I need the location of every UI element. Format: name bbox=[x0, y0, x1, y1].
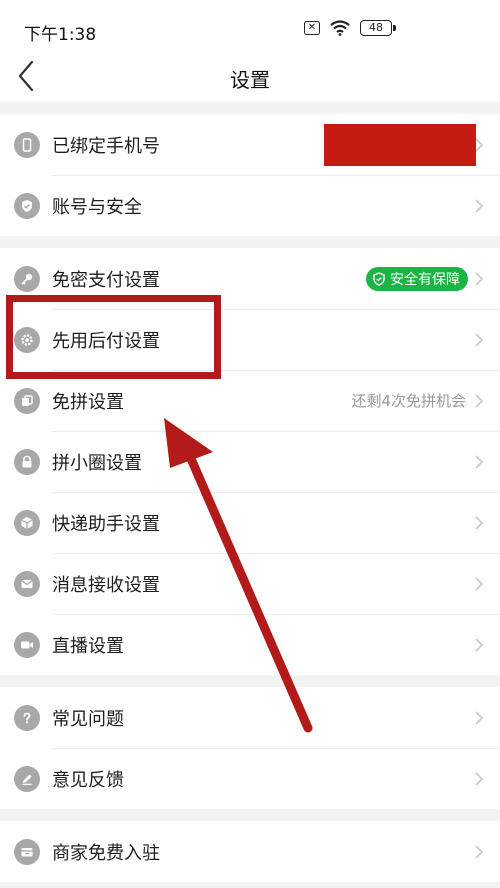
row-label: 账号与安全 bbox=[52, 196, 142, 218]
row-label: 消息接收设置 bbox=[52, 574, 160, 596]
settings-group-help: 常见问题 意见反馈 bbox=[0, 687, 500, 809]
shield-icon bbox=[14, 192, 40, 219]
video-icon bbox=[14, 631, 40, 658]
chevron-right-icon bbox=[475, 271, 484, 286]
row-feedback[interactable]: 意见反馈 bbox=[0, 748, 500, 809]
chevron-right-icon bbox=[475, 332, 484, 347]
row-merchant-join[interactable]: 商家免费入驻 bbox=[0, 821, 500, 882]
security-badge: 安全有保障 bbox=[366, 266, 468, 291]
row-label: 免密支付设置 bbox=[52, 269, 160, 291]
settings-group-merchant: 商家免费入驻 bbox=[0, 821, 500, 882]
store-icon bbox=[14, 838, 40, 865]
phone-icon bbox=[14, 131, 40, 158]
row-label: 免拼设置 bbox=[52, 391, 124, 413]
row-delivery-assistant[interactable]: 快递助手设置 bbox=[0, 492, 500, 553]
nav-bar: 设置 bbox=[0, 56, 500, 102]
row-label: 常见问题 bbox=[52, 708, 124, 730]
chevron-right-icon bbox=[475, 515, 484, 530]
sim-icon: ✕ bbox=[304, 21, 320, 35]
chevron-right-icon bbox=[475, 393, 484, 408]
dice-icon bbox=[14, 387, 40, 414]
status-time: 下午1:38 bbox=[24, 25, 97, 45]
row-circle-settings[interactable]: 拼小圈设置 bbox=[0, 431, 500, 492]
wifi-icon bbox=[330, 20, 350, 36]
question-icon bbox=[14, 704, 40, 731]
pen-icon bbox=[14, 765, 40, 792]
page-title: 设置 bbox=[230, 68, 270, 92]
free-group-remaining: 还剩4次免拼机会 bbox=[351, 392, 466, 410]
status-icons: ✕ 48 bbox=[304, 20, 396, 36]
key-icon bbox=[14, 265, 40, 292]
badge-text: 安全有保障 bbox=[390, 271, 460, 288]
chevron-right-icon bbox=[475, 710, 484, 725]
shield-check-icon bbox=[373, 271, 385, 286]
chevron-right-icon bbox=[475, 771, 484, 786]
row-faq[interactable]: 常见问题 bbox=[0, 687, 500, 748]
chevron-right-icon bbox=[475, 637, 484, 652]
row-label: 快递助手设置 bbox=[52, 513, 160, 535]
annotation-highlight-box bbox=[6, 295, 221, 379]
chevron-right-icon bbox=[475, 198, 484, 213]
battery-icon: 48 bbox=[360, 20, 396, 36]
chevron-right-icon bbox=[475, 576, 484, 591]
lock-icon bbox=[14, 448, 40, 475]
mail-icon bbox=[14, 570, 40, 597]
chevron-right-icon bbox=[475, 454, 484, 469]
row-label: 直播设置 bbox=[52, 635, 124, 657]
row-label: 商家免费入驻 bbox=[52, 842, 160, 864]
phone-number-redaction bbox=[324, 124, 476, 166]
row-live-settings[interactable]: 直播设置 bbox=[0, 614, 500, 675]
status-bar: 下午1:38 ✕ 48 bbox=[0, 0, 500, 56]
row-message-settings[interactable]: 消息接收设置 bbox=[0, 553, 500, 614]
row-label: 拼小圈设置 bbox=[52, 452, 142, 474]
row-free-group[interactable]: 免拼设置 还剩4次免拼机会 bbox=[0, 370, 500, 431]
chevron-right-icon bbox=[475, 844, 484, 859]
package-icon bbox=[14, 509, 40, 536]
row-account-security[interactable]: 账号与安全 bbox=[0, 175, 500, 236]
row-label: 意见反馈 bbox=[52, 769, 124, 791]
